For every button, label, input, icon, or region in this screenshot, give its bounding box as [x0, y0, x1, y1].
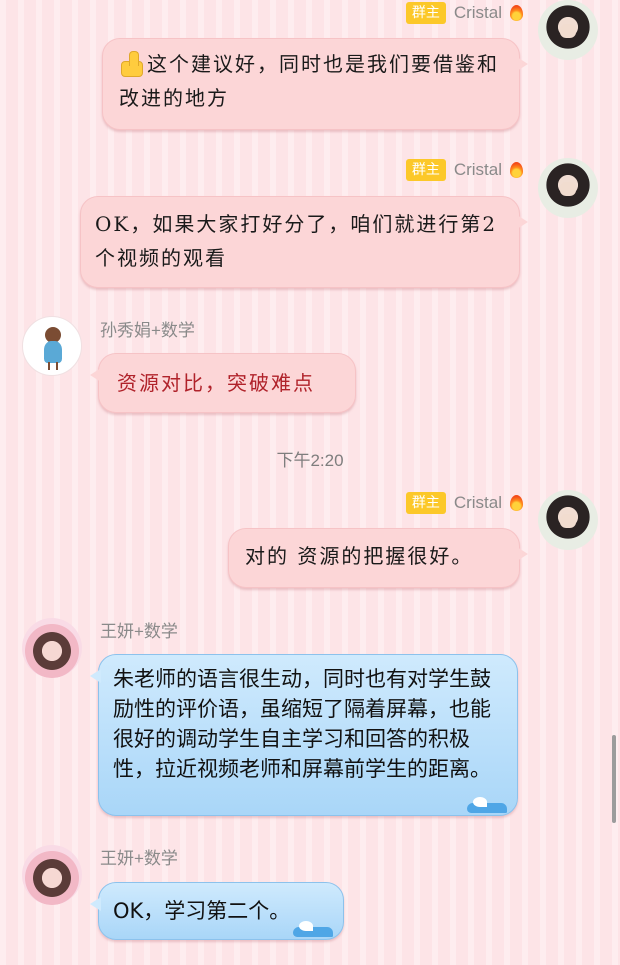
timestamp: 下午2:20 [276, 451, 344, 470]
message-text: 对的 资源的把握很好。 [245, 544, 474, 568]
avatar[interactable] [538, 490, 598, 550]
message-bubble[interactable]: OK，如果大家打好分了，咱们就进行第2个视频的观看 [80, 196, 528, 288]
owner-badge: 群主 [405, 2, 446, 24]
message-text: 资源对比，突破难点 [117, 371, 315, 395]
message-bubble[interactable]: 朱老师的语言很生动，同时也有对学生鼓励性的评价语，虽缩短了隔着屏幕，也能很好的调… [90, 654, 518, 816]
avatar[interactable] [22, 845, 82, 905]
sender-name[interactable]: Cristal [454, 160, 502, 180]
sender-name[interactable]: 王妍+数学 [100, 844, 178, 869]
message-bubble[interactable]: 资源对比，突破难点 [90, 353, 356, 413]
avatar[interactable] [538, 158, 598, 218]
message-text: OK，如果大家打好分了，咱们就进行第2个视频的观看 [95, 212, 498, 270]
message-bubble[interactable]: 这个建议好，同时也是我们要借鉴和改进的地方 [102, 38, 528, 130]
owner-badge: 群主 [405, 159, 446, 181]
avatar[interactable] [22, 618, 82, 678]
message-bubble[interactable]: 对的 资源的把握很好。 [228, 528, 528, 588]
message-text: 朱老师的语言很生动，同时也有对学生鼓励性的评价语，虽缩短了隔着屏幕，也能很好的调… [113, 667, 491, 781]
sender-meta: 王妍+数学 [100, 616, 178, 642]
sender-name[interactable]: Cristal [454, 493, 502, 513]
owner-badge: 群主 [405, 492, 446, 514]
scrollbar[interactable] [612, 735, 616, 823]
sender-name[interactable]: Cristal [454, 3, 502, 23]
sender-name[interactable]: 王妍+数学 [100, 617, 178, 642]
avatar[interactable] [538, 0, 598, 60]
flame-icon [508, 160, 524, 180]
wave-icon [467, 795, 507, 813]
sender-meta: 群主 Cristal [405, 0, 524, 26]
sender-meta: 群主 Cristal [405, 157, 524, 183]
avatar[interactable] [22, 316, 82, 376]
flame-icon [508, 493, 524, 513]
message-bubble[interactable]: OK，学习第二个。 [90, 882, 344, 940]
sender-meta: 王妍+数学 [100, 843, 178, 869]
sender-meta: 孙秀娟+数学 [100, 315, 195, 341]
thumbs-up-icon [119, 51, 145, 77]
flame-icon [508, 3, 524, 23]
sender-meta: 群主 Cristal [405, 490, 524, 516]
sender-name[interactable]: 孙秀娟+数学 [100, 316, 195, 341]
message-text: 这个建议好，同时也是我们要借鉴和改进的地方 [119, 52, 499, 110]
wave-icon [293, 919, 333, 937]
